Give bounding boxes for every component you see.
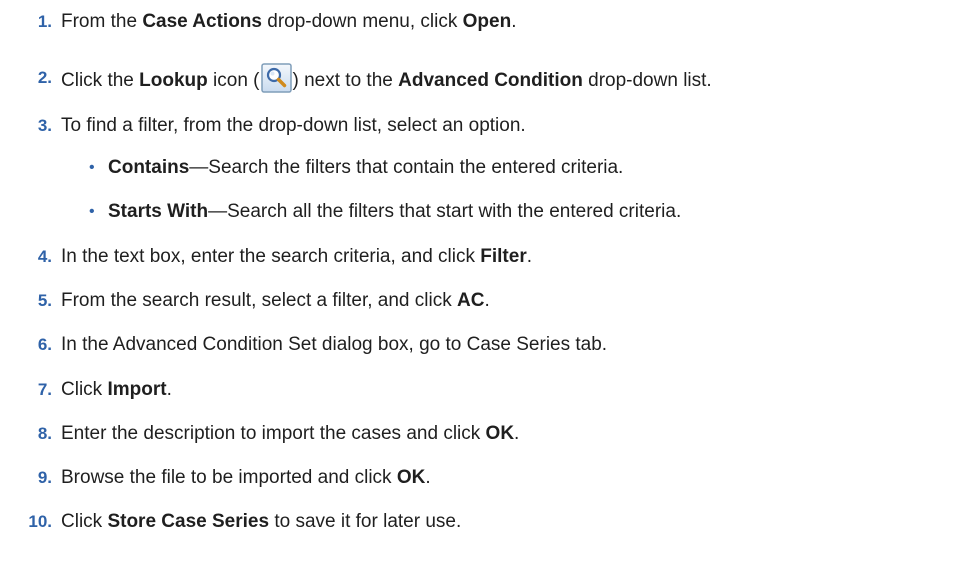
text-run: drop-down list.: [582, 70, 712, 91]
step-number: 10.: [28, 512, 52, 531]
text-run: From the: [61, 11, 143, 32]
step-text: To find a filter, from the drop-down lis…: [61, 115, 526, 136]
step-number: 6.: [37, 335, 52, 354]
text-run: drop-down menu, click: [261, 11, 463, 32]
text-run: icon (: [207, 70, 260, 91]
text-run: Enter the description to import the case…: [61, 423, 486, 444]
step-number: 8.: [37, 424, 52, 443]
bullet-icon: •: [89, 159, 95, 176]
step-text: Enter the description to import the case…: [61, 419, 519, 449]
ui-term-open: Open: [462, 11, 512, 32]
text-run: —Search the filters that contain the ent…: [189, 157, 624, 178]
text-run: .: [166, 379, 172, 400]
ui-term-store-case-series: Store Case Series: [107, 511, 270, 532]
step-number: 1.: [37, 12, 52, 31]
ui-term-case-actions: Case Actions: [142, 11, 262, 32]
text-run: .: [484, 290, 490, 311]
ui-term-starts-with: Starts With: [108, 201, 209, 222]
step-text: From the search result, select a filter,…: [61, 286, 490, 316]
text-run: ) next to the: [292, 70, 399, 91]
step-text: From the Case Actions drop-down menu, cl…: [61, 7, 516, 37]
text-run: In the text box, enter the search criter…: [61, 246, 481, 267]
ui-term-ac: AC: [457, 290, 485, 311]
text-run: Click: [61, 379, 108, 400]
text-run: .: [425, 467, 431, 488]
step-number: 7.: [37, 380, 52, 399]
ui-term-filter: Filter: [480, 246, 527, 267]
text-run: Browse the file to be imported and click: [61, 467, 397, 488]
bullet-icon: •: [89, 203, 95, 220]
ui-term-contains: Contains: [108, 157, 190, 178]
ui-term-ok: OK: [485, 423, 515, 444]
step-number: 3.: [37, 116, 52, 135]
step-number: 5.: [37, 291, 52, 310]
text-run: .: [514, 423, 520, 444]
step-text: Click Store Case Series to save it for l…: [61, 507, 461, 537]
step-text: Click Import.: [61, 375, 172, 405]
text-run: Click the: [61, 70, 140, 91]
step-number: 9.: [37, 468, 52, 487]
step-number: 2.: [37, 68, 52, 87]
text-run: —Search all the filters that start with …: [208, 201, 682, 222]
bullet-text: Starts With—Search all the filters that …: [108, 197, 681, 227]
step-text: Browse the file to be imported and click…: [61, 463, 431, 493]
text-run: to save it for later use.: [269, 511, 462, 532]
text-run: From the search result, select a filter,…: [61, 290, 457, 311]
ui-term-ok: OK: [396, 467, 426, 488]
step-text: In the Advanced Condition Set dialog box…: [61, 334, 608, 355]
text-run: .: [526, 246, 532, 267]
magnifier-lookup-icon: [260, 63, 292, 93]
ui-term-import: Import: [107, 379, 167, 400]
text-run: Click: [61, 511, 108, 532]
ui-term-lookup: Lookup: [139, 70, 208, 91]
ui-term-advanced-condition: Advanced Condition: [398, 70, 583, 91]
step-text: Click the Lookup icon ( ) next to the Ad…: [61, 63, 712, 96]
step-text: In the text box, enter the search criter…: [61, 242, 532, 272]
bullet-text: Contains—Search the filters that contain…: [108, 153, 623, 183]
step-number: 4.: [37, 247, 52, 266]
text-run: .: [511, 11, 517, 32]
